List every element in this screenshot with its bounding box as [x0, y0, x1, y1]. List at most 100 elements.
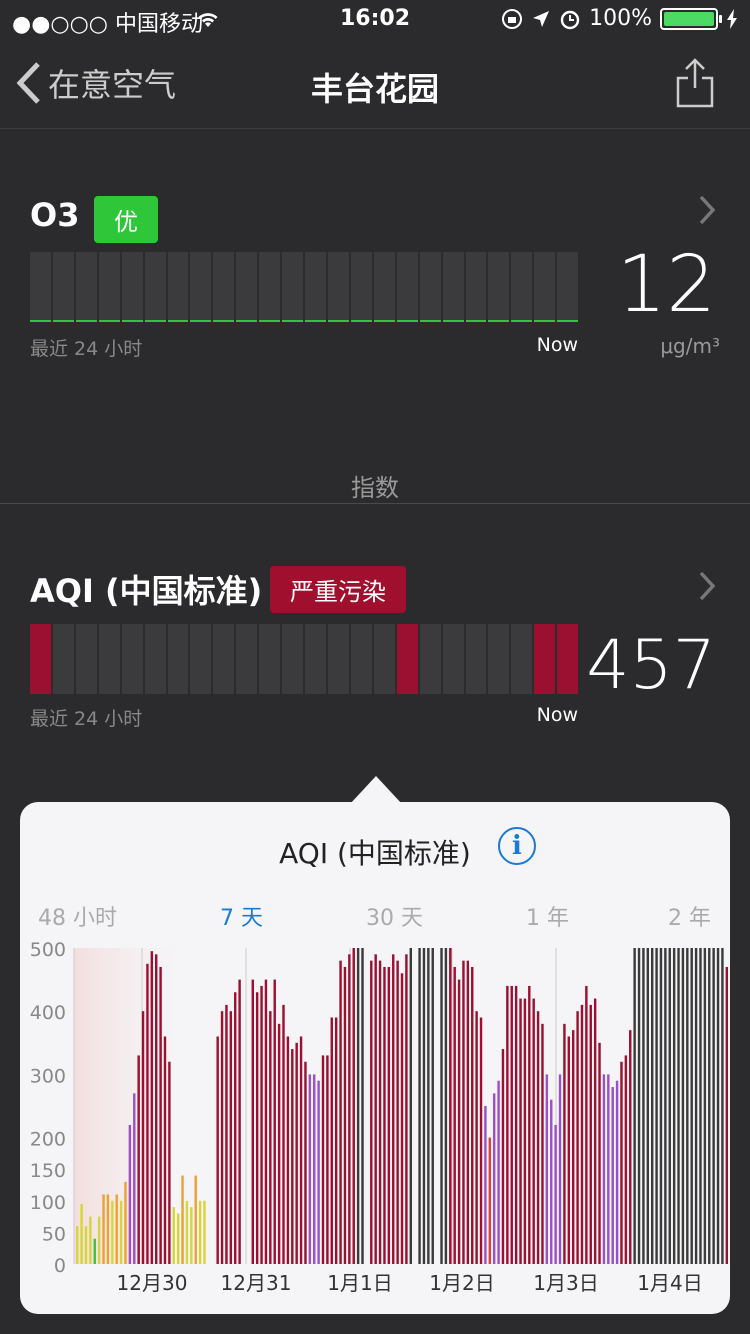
spark-cell — [419, 624, 441, 694]
chart-bar — [321, 1055, 325, 1264]
chart-bar — [251, 979, 254, 1264]
range-tab[interactable]: 1 年 — [526, 900, 569, 932]
spark-cell — [488, 624, 510, 694]
chart-bar — [299, 1036, 303, 1264]
y-tick-label: 50 — [42, 1223, 66, 1245]
chart-bar — [598, 1042, 601, 1264]
range-tab[interactable]: 30 天 — [366, 900, 423, 932]
chart-bar — [725, 966, 729, 1264]
o3-value: 12 — [616, 240, 716, 330]
x-tick-label: 1月1日 — [327, 1271, 392, 1295]
chart-bar — [396, 960, 399, 1264]
battery-icon — [660, 7, 722, 30]
spark-cell — [259, 252, 281, 322]
chart-bar — [176, 1213, 180, 1264]
spark-cell — [534, 252, 556, 322]
chart-bar — [234, 992, 237, 1264]
chart-bar — [646, 948, 650, 1264]
chart-bar — [484, 1106, 487, 1264]
chart-bar — [119, 1200, 123, 1264]
chart-bar — [282, 1004, 285, 1264]
range-tab[interactable]: 7 天 — [220, 900, 263, 932]
spark-cell — [213, 252, 235, 322]
spark-cell — [511, 252, 533, 322]
spark-cell — [75, 252, 97, 322]
spark-cell — [190, 252, 212, 322]
y-tick-label: 300 — [30, 1065, 66, 1087]
chart-bar — [431, 948, 434, 1264]
spark-cell — [98, 252, 120, 322]
chart-bar — [185, 1200, 189, 1264]
spark-cell — [419, 252, 441, 322]
chart-bar — [225, 1004, 228, 1264]
chart-bar — [655, 948, 658, 1264]
o3-card[interactable]: O3 优 最近 24 小时 Now 12 μg/m³ — [0, 128, 750, 468]
chart-bar — [133, 1093, 136, 1264]
chart-bar — [334, 1017, 338, 1264]
y-tick-label: 0 — [54, 1255, 66, 1277]
chart-bar — [620, 1061, 623, 1264]
status-bar: ●●○○○ 中国移动 16:02 100% — [0, 0, 750, 40]
chart-bar — [479, 1017, 483, 1264]
chart-bar — [348, 954, 351, 1264]
chart-bar — [260, 985, 263, 1264]
share-icon[interactable] — [676, 58, 714, 108]
popover-title: AQI (中国标准) — [279, 837, 471, 870]
chart-bar — [629, 1030, 632, 1264]
chart-bar — [519, 998, 522, 1264]
chart-bar — [405, 954, 408, 1264]
aqi-sparkline — [30, 624, 579, 694]
chart-bar — [721, 948, 724, 1264]
chart-bar — [155, 954, 158, 1264]
chart-bar — [392, 954, 395, 1264]
chart-bar — [449, 948, 452, 1264]
chart-bar — [172, 1207, 175, 1264]
chart-bar — [571, 1030, 575, 1264]
chart-bar — [475, 1011, 478, 1264]
chart-bar — [229, 1011, 233, 1264]
chart-bar — [501, 1049, 505, 1264]
charging-icon — [727, 8, 737, 29]
chart-bar — [694, 948, 698, 1264]
chart-bar — [712, 948, 715, 1264]
info-icon[interactable]: i — [498, 827, 536, 865]
chart-bar — [286, 1036, 290, 1264]
range-tab[interactable]: 48 小时 — [38, 900, 117, 932]
chart-bar — [102, 1194, 105, 1264]
chart-bar — [383, 966, 386, 1264]
range-tab[interactable]: 2 年 — [668, 900, 711, 932]
chart-bar — [681, 948, 685, 1264]
chart-bar — [668, 948, 671, 1264]
chevron-right-icon[interactable] — [698, 570, 716, 611]
chart-bar — [593, 998, 597, 1264]
chart-bar — [690, 948, 693, 1264]
spark-cell — [30, 252, 51, 322]
chart-bar — [190, 1207, 193, 1264]
chart-bar — [567, 1036, 571, 1264]
x-tick-label: 1月2日 — [429, 1271, 494, 1295]
chart-bar — [611, 1087, 614, 1264]
chart-bar — [124, 1181, 127, 1264]
chart-bar — [550, 1099, 553, 1264]
spark-cell — [350, 252, 372, 322]
chart-bar — [115, 1194, 118, 1264]
section-header-index: 指数 — [351, 474, 399, 502]
chart-bar — [444, 948, 448, 1264]
y-tick-label: 500 — [30, 942, 66, 961]
spark-cell — [236, 252, 258, 322]
chart-bar — [506, 985, 509, 1264]
chart-bar — [343, 966, 347, 1264]
chart-bar — [602, 1074, 606, 1264]
chart-bar — [76, 1226, 79, 1264]
chart-bar — [642, 948, 645, 1264]
spark-cell — [327, 252, 349, 322]
aqi-status-badge: 严重污染 — [270, 566, 406, 613]
alarm-icon — [560, 10, 580, 29]
spark-cell — [30, 624, 51, 694]
chart-bar — [273, 979, 276, 1264]
spark-cell — [465, 252, 487, 322]
x-tick-label: 1月4日 — [637, 1271, 702, 1295]
chevron-right-icon[interactable] — [698, 194, 716, 235]
spark-cell — [511, 624, 533, 694]
spark-cell — [190, 624, 212, 694]
